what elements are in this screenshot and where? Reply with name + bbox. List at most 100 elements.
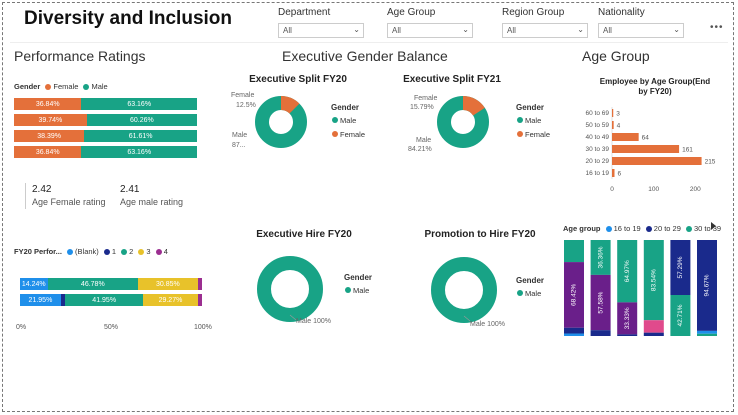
female-segment[interactable]: 38.39%: [14, 130, 85, 142]
stack-segment: [564, 240, 584, 263]
female-segment[interactable]: 36.84%: [14, 98, 82, 110]
filter-dropdown[interactable]: All ⌄: [387, 23, 473, 38]
hire20-donut: [257, 256, 323, 322]
stack-segment: [643, 320, 664, 333]
rating-r4-segment[interactable]: [197, 294, 202, 306]
male-segment[interactable]: 63.16%: [81, 146, 197, 158]
split20-male-pct: 87...: [232, 142, 246, 149]
hire20-title: Executive Hire FY20: [256, 229, 352, 240]
filter-label: Region Group: [502, 7, 565, 18]
legend-blank[interactable]: (Blank): [75, 247, 99, 256]
split21-legend-female: Female: [525, 130, 550, 139]
kpi-male-value: 2.41: [120, 184, 140, 195]
age-16-19-dot-icon: [605, 225, 612, 232]
legend-female[interactable]: Female: [53, 82, 78, 91]
chevron-down-icon: ⌄: [577, 25, 584, 34]
split20-legend-female: Female: [340, 130, 365, 139]
fy20-perf-row[interactable]: 21.95% 41.95% 29.27%: [20, 294, 202, 306]
legend-20-29[interactable]: 20 to 29: [654, 224, 681, 233]
perf-gender-row[interactable]: 39.74% 60.26%: [14, 114, 197, 126]
hire20-label: Male 100%: [296, 318, 331, 325]
age-bar: [612, 133, 639, 141]
rating-r4-segment[interactable]: [197, 278, 202, 290]
male-dot-icon: [332, 117, 338, 123]
legend-male[interactable]: Male: [91, 82, 107, 91]
female-segment[interactable]: 39.74%: [14, 114, 87, 126]
filter-value: All: [392, 26, 401, 35]
split20-male-label: Male: [232, 132, 247, 139]
male-segment[interactable]: 60.26%: [86, 114, 197, 126]
filter-dropdown[interactable]: All ⌄: [502, 23, 588, 38]
value-label: 6: [618, 171, 622, 178]
split21-legend-title: Gender: [516, 103, 544, 112]
stack-label: 94.67%: [704, 274, 711, 296]
male-segment[interactable]: 63.16%: [81, 98, 197, 110]
donut-charts: Executive Split FY20 Female 12.5% Male 8…: [231, 74, 550, 328]
category-label: 60 to 69: [586, 110, 610, 117]
stack-label: 36.36%: [597, 246, 604, 268]
x-tick: 0: [610, 186, 614, 193]
legend-16-19[interactable]: 16 to 19: [614, 224, 641, 233]
rating-r2-segment[interactable]: 41.95%: [65, 294, 144, 306]
age-bar: [612, 169, 615, 177]
value-label: 215: [705, 159, 716, 166]
split21-legend-male: Male: [525, 116, 541, 125]
page-title: Diversity and Inclusion: [24, 8, 232, 29]
rating3-dot-icon: [138, 248, 145, 255]
split20-legend-title: Gender: [331, 103, 359, 112]
legend-2[interactable]: 2: [129, 247, 133, 256]
age-30-39-dot-icon: [686, 225, 692, 232]
category-label: 30 to 39: [586, 146, 610, 153]
category-label: 20 to 29: [586, 158, 610, 165]
filter-dropdown[interactable]: All ⌄: [278, 23, 364, 38]
stack-label: 83.54%: [651, 269, 658, 291]
female-dot-icon: [332, 131, 338, 137]
chevron-down-icon: ⌄: [673, 25, 680, 34]
hire20-legend-title: Gender: [344, 273, 372, 282]
rating-r3-segment[interactable]: 30.85%: [138, 278, 198, 290]
promo20-label: Male 100%: [470, 321, 505, 328]
legend-title: Gender: [14, 82, 41, 91]
perf-gender-row[interactable]: 38.39% 61.61%: [14, 130, 197, 142]
rating-r2-segment[interactable]: 46.78%: [47, 278, 139, 290]
blank-dot-icon: [67, 248, 74, 255]
male-segment[interactable]: 61.61%: [84, 130, 197, 142]
legend-1[interactable]: 1: [112, 247, 116, 256]
x-tick: 100: [648, 186, 659, 193]
x-tick: 200: [690, 186, 701, 193]
male-dot-icon: [83, 83, 90, 90]
promo20-legend-male: Male: [525, 289, 541, 298]
legend-3[interactable]: 3: [146, 247, 150, 256]
rating-blank-segment[interactable]: 21.95%: [20, 294, 61, 306]
hire20-legend-male: Male: [353, 286, 369, 295]
female-segment[interactable]: 36.84%: [14, 146, 82, 158]
stack-label: 33.33%: [624, 307, 631, 329]
legend-30-39[interactable]: 30 to 39: [694, 224, 721, 233]
rating-r3-segment[interactable]: 29.27%: [143, 294, 198, 306]
legend-next-icon[interactable]: [711, 222, 716, 230]
split21-male-pct: 84.21%: [408, 146, 432, 153]
filter-dropdown[interactable]: All ⌄: [598, 23, 684, 38]
split21-title: Executive Split FY21: [403, 74, 501, 85]
split20-title: Executive Split FY20: [249, 74, 347, 85]
stack-label: 57.29%: [677, 256, 684, 278]
perf-gender-legend: Gender Female Male: [14, 82, 108, 91]
rating1-dot-icon: [103, 248, 110, 255]
section-gender: Executive Gender Balance: [282, 48, 448, 64]
category-label: 16 to 19: [586, 170, 610, 177]
perf-gender-row[interactable]: 36.84% 63.16%: [14, 146, 197, 158]
split20-legend-male: Male: [340, 116, 356, 125]
perf-gender-row[interactable]: 36.84% 63.16%: [14, 98, 197, 110]
promo20-title: Promotion to Hire FY20: [424, 229, 536, 240]
legend-title: Age group: [563, 224, 601, 233]
kpi-male-label: Age male rating: [120, 197, 184, 207]
more-options-icon[interactable]: •••: [710, 22, 724, 33]
stack-label: 57.58%: [597, 291, 604, 313]
stack-segment: [697, 333, 717, 336]
stack-segment: [617, 334, 638, 336]
value-label: 3: [616, 111, 620, 118]
rating2-dot-icon: [121, 248, 128, 255]
fy20-perf-row[interactable]: 14.24% 46.78% 30.85%: [20, 278, 202, 290]
rating-blank-segment[interactable]: 14.24%: [20, 278, 48, 290]
legend-4[interactable]: 4: [164, 247, 168, 256]
